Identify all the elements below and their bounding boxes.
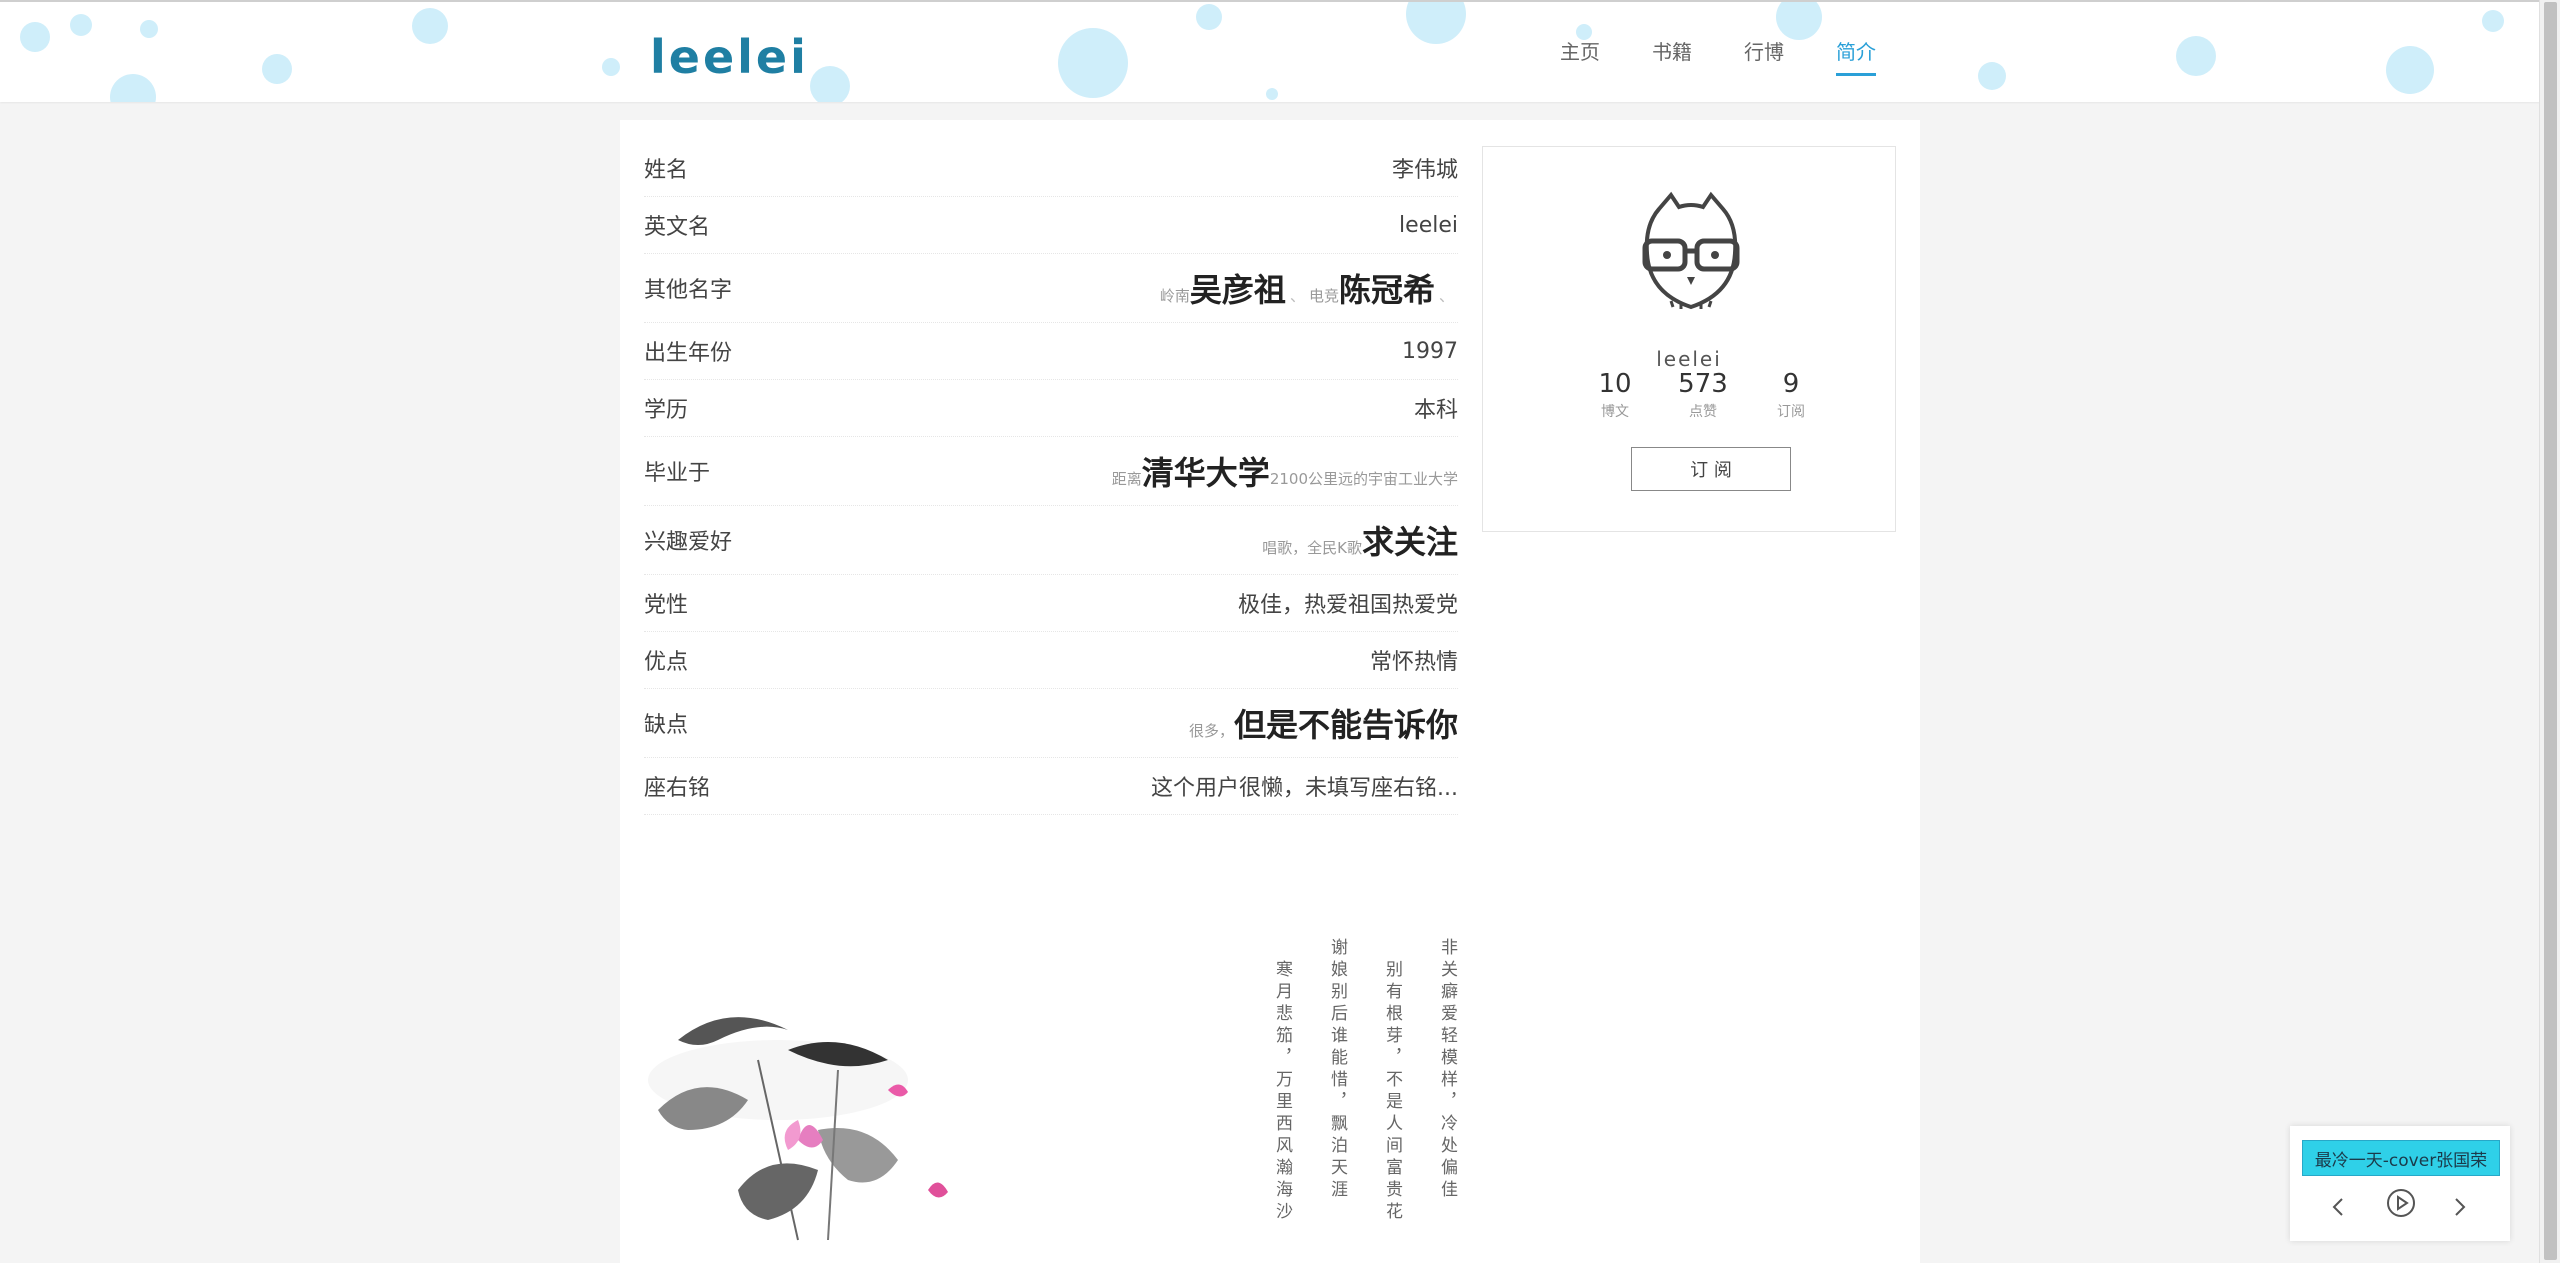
info-value: 常怀热情 bbox=[1369, 650, 1458, 675]
info-value: 很多， 但是不能告诉你 bbox=[1189, 700, 1458, 746]
info-value: 距离 清华大学 2100公里远的宇宙工业大学 bbox=[1112, 448, 1458, 494]
info-note: 2100公里远的宇宙工业大学 bbox=[1269, 470, 1458, 488]
info-row-graduated: 毕业于 距离 清华大学 2100公里远的宇宙工业大学 bbox=[644, 437, 1458, 506]
site-header: leelei 主页 书籍 行博 简介 bbox=[0, 0, 2540, 102]
info-value: 极佳，热爱祖国热爱党 bbox=[1237, 593, 1458, 618]
info-label: 兴趣爱好 bbox=[644, 530, 733, 555]
poem-line: 别有根芽，不是人间富贵花 bbox=[1382, 960, 1402, 1224]
info-value: 本科 bbox=[1413, 398, 1458, 423]
stat-number: 10 bbox=[1598, 369, 1632, 399]
info-label: 党性 bbox=[644, 593, 689, 618]
info-note: 岭南 bbox=[1159, 287, 1190, 305]
info-note: 距离 bbox=[1111, 470, 1142, 488]
info-separator: 、 bbox=[1438, 287, 1454, 305]
info-note: 电竞 bbox=[1308, 287, 1339, 305]
info-row-other-names: 其他名字 岭南 吴彦祖 、 电竞 陈冠希 、 bbox=[644, 254, 1458, 323]
poem-line: 寒月悲笳，万里西风瀚海沙 bbox=[1272, 960, 1292, 1224]
stat-subscriptions[interactable]: 9 订阅 bbox=[1747, 369, 1835, 421]
prev-track-icon[interactable] bbox=[2330, 1196, 2346, 1218]
info-value: 李伟城 bbox=[1391, 158, 1458, 183]
profile-stats: 10 博文 573 点赞 9 订阅 bbox=[1571, 369, 1835, 421]
nav-blog[interactable]: 行博 bbox=[1744, 36, 1784, 76]
info-row-name: 姓名 李伟城 bbox=[644, 140, 1458, 197]
track-title[interactable]: 最冷一天-cover张国荣 bbox=[2302, 1140, 2500, 1176]
info-label: 出生年份 bbox=[644, 341, 733, 366]
owl-avatar-icon bbox=[1642, 191, 1740, 310]
info-highlight: 陈冠希 bbox=[1338, 271, 1435, 309]
profile-info-list: 姓名 李伟城 英文名 leelei 其他名字 岭南 吴彦祖 、 电竞 陈冠希 、… bbox=[644, 140, 1458, 815]
nav-home[interactable]: 主页 bbox=[1560, 36, 1600, 76]
info-value: 岭南 吴彦祖 、 电竞 陈冠希 、 bbox=[1160, 265, 1458, 311]
info-row-birth-year: 出生年份 1997 bbox=[644, 323, 1458, 380]
info-row-hobbies: 兴趣爱好 唱歌，全民K歌 求关注 bbox=[644, 506, 1458, 575]
main-nav: 主页 书籍 行博 简介 bbox=[1560, 36, 1928, 76]
stat-number: 573 bbox=[1678, 369, 1728, 399]
stat-likes[interactable]: 573 点赞 bbox=[1659, 369, 1747, 421]
scrollbar-thumb[interactable] bbox=[2544, 2, 2557, 1260]
stat-posts[interactable]: 10 博文 bbox=[1571, 369, 1659, 421]
info-value: 这个用户很懒，未填写座右铭... bbox=[1151, 776, 1458, 801]
subscribe-button[interactable]: 订 阅 bbox=[1631, 447, 1791, 491]
next-track-icon[interactable] bbox=[2452, 1196, 2468, 1218]
info-label: 英文名 bbox=[644, 215, 711, 240]
info-label: 其他名字 bbox=[644, 278, 733, 303]
info-label: 姓名 bbox=[644, 158, 689, 183]
info-highlight: 清华大学 bbox=[1141, 454, 1270, 492]
stat-number: 9 bbox=[1782, 369, 1800, 399]
info-separator: 、 bbox=[1289, 287, 1305, 305]
profile-card: leelei 10 博文 573 点赞 9 订阅 订 阅 bbox=[1482, 146, 1896, 532]
info-row-motto: 座右铭 这个用户很懒，未填写座右铭... bbox=[644, 758, 1458, 815]
info-row-weaknesses: 缺点 很多， 但是不能告诉你 bbox=[644, 689, 1458, 758]
stat-caption: 订阅 bbox=[1777, 404, 1805, 420]
info-row-education: 学历 本科 bbox=[644, 380, 1458, 437]
about-card: 姓名 李伟城 英文名 leelei 其他名字 岭南 吴彦祖 、 电竞 陈冠希 、… bbox=[620, 120, 1920, 1263]
info-row-strengths: 优点 常怀热情 bbox=[644, 632, 1458, 689]
info-highlight: 但是不能告诉你 bbox=[1233, 706, 1458, 744]
profile-username: leelei bbox=[1656, 347, 1722, 371]
lotus-painting bbox=[648, 1017, 948, 1241]
info-label: 学历 bbox=[644, 398, 689, 423]
info-row-party: 党性 极佳，热爱祖国热爱党 bbox=[644, 575, 1458, 632]
info-note: 唱歌，全民K歌 bbox=[1262, 539, 1362, 557]
stat-caption: 博文 bbox=[1601, 404, 1629, 420]
page-scrollbar[interactable] bbox=[2539, 0, 2560, 1263]
info-note: 很多， bbox=[1188, 722, 1234, 740]
info-label: 优点 bbox=[644, 650, 689, 675]
poem-line: 谢娘别后谁能惜，飘泊天涯 bbox=[1327, 938, 1347, 1202]
info-row-english-name: 英文名 leelei bbox=[644, 197, 1458, 254]
info-label: 缺点 bbox=[644, 713, 689, 738]
play-icon[interactable] bbox=[2386, 1188, 2416, 1218]
nav-about[interactable]: 简介 bbox=[1836, 36, 1876, 76]
info-highlight: 吴彦祖 bbox=[1189, 271, 1286, 309]
info-highlight: 求关注 bbox=[1361, 523, 1458, 561]
stat-caption: 点赞 bbox=[1689, 404, 1717, 420]
info-label: 毕业于 bbox=[644, 461, 711, 486]
info-value: leelei bbox=[1399, 212, 1458, 238]
music-player: 最冷一天-cover张国荣 bbox=[2290, 1126, 2510, 1241]
info-label: 座右铭 bbox=[644, 776, 711, 801]
poem-line: 非关癖爱轻模样，冷处偏佳 bbox=[1437, 938, 1457, 1202]
info-value: 1997 bbox=[1402, 338, 1458, 364]
nav-books[interactable]: 书籍 bbox=[1652, 36, 1692, 76]
poem: 非关癖爱轻模样，冷处偏佳 别有根芽，不是人间富贵花 谢娘别后谁能惜，飘泊天涯 寒… bbox=[1240, 938, 1460, 1224]
info-value: 唱歌，全民K歌 求关注 bbox=[1262, 517, 1458, 563]
site-logo[interactable]: leelei bbox=[650, 30, 809, 84]
